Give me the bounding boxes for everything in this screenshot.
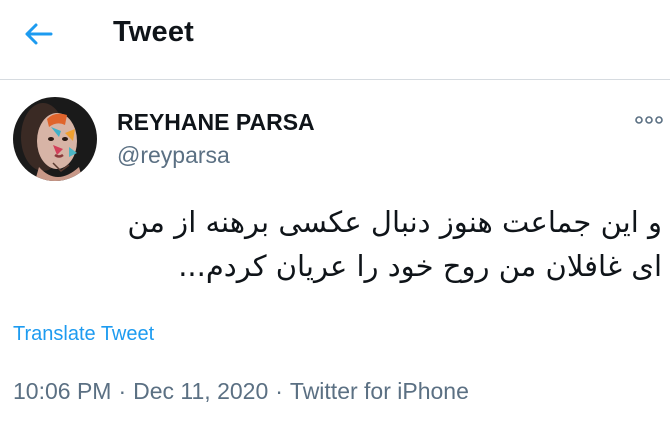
more-options-button[interactable] [632,110,666,130]
tweet-date[interactable]: Dec 11, 2020 [133,378,268,404]
tweet-time[interactable]: 10:06 PM [13,378,111,404]
page-title: Tweet [113,16,195,48]
avatar[interactable] [13,97,97,181]
tweet-meta: 10:06 PM · Dec 11, 2020 · Twitter for iPhone [13,376,469,406]
more-options-icon [635,116,663,124]
tweet-source[interactable]: Twitter for iPhone [290,378,469,404]
separator: · [118,378,127,404]
top-bar: Tweet [0,0,670,80]
translate-tweet-link[interactable]: Translate Tweet [13,321,154,347]
separator: · [275,378,283,404]
tweet-line: ای غافلان من روح خود را عریان کردم... [178,249,662,283]
back-button[interactable] [16,14,60,54]
tweet-text: و این جماعت هنوز دنبال عکسی برهنه از من … [12,200,662,288]
arrow-left-icon [25,23,53,45]
profile-photo [13,97,97,181]
tweet-line: و این جماعت هنوز دنبال عکسی برهنه از من [127,205,662,239]
author-display-name[interactable]: REYHANE PARSA [117,108,315,136]
author-handle[interactable]: @reyparsa [117,141,230,169]
